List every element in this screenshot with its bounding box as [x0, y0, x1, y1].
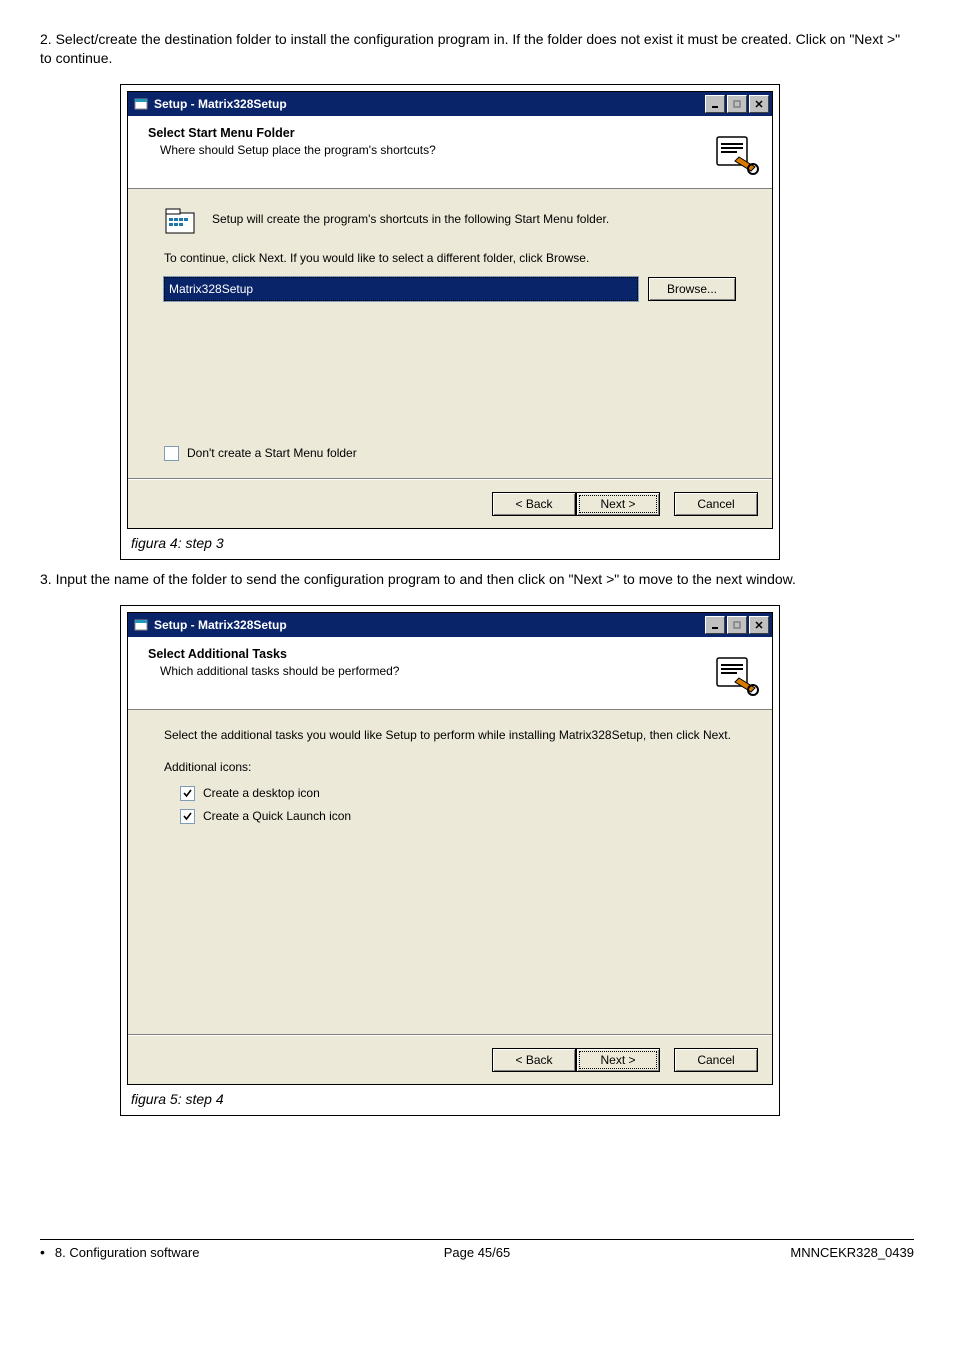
checkbox-checked-icon[interactable] [180, 786, 195, 801]
maximize-button[interactable] [727, 95, 747, 113]
opt-desktop-row[interactable]: Create a desktop icon [180, 786, 736, 801]
checkbox-unchecked-icon[interactable] [164, 446, 179, 461]
window-title: Setup - Matrix328Setup [154, 618, 705, 632]
setup-window-2: Setup - Matrix328Setup Select Additional… [127, 612, 773, 1085]
paragraph-step3: 3. Input the name of the folder to send … [40, 570, 914, 589]
footer-page: Page 45/65 [331, 1245, 622, 1260]
minimize-button[interactable] [705, 95, 725, 113]
browse-button[interactable]: Browse... [648, 277, 736, 301]
opt-quicklaunch-label: Create a Quick Launch icon [203, 809, 351, 823]
intro-text: Setup will create the program's shortcut… [212, 207, 736, 226]
figure-4-caption: figura 4: step 3 [121, 531, 779, 553]
wizard-header: Select Additional Tasks Which additional… [128, 637, 772, 710]
dont-create-label: Don't create a Start Menu folder [187, 446, 357, 460]
dont-create-row[interactable]: Don't create a Start Menu folder [164, 446, 736, 461]
footer-section: 8. Configuration software [55, 1245, 200, 1260]
app-icon [133, 617, 149, 633]
bullet-icon: • [40, 1244, 45, 1260]
header-title: Select Additional Tasks [148, 647, 710, 661]
help-text: To continue, click Next. If you would li… [164, 251, 736, 265]
paragraph-step2: 2. Select/create the destination folder … [40, 30, 914, 68]
startmenu-icon [164, 207, 198, 235]
figure-4-frame: Setup - Matrix328Setup Select Start Menu… [120, 84, 780, 560]
wizard-header: Select Start Menu Folder Where should Se… [128, 116, 772, 189]
setup-window-1: Setup - Matrix328Setup Select Start Menu… [127, 91, 773, 529]
back-button[interactable]: < Back [492, 492, 576, 516]
wizard-icon [710, 647, 760, 697]
checkbox-checked-icon[interactable] [180, 809, 195, 824]
titlebar[interactable]: Setup - Matrix328Setup [128, 613, 772, 637]
opt-desktop-label: Create a desktop icon [203, 786, 320, 800]
header-subtitle: Which additional tasks should be perform… [160, 664, 710, 678]
back-button[interactable]: < Back [492, 1048, 576, 1072]
titlebar[interactable]: Setup - Matrix328Setup [128, 92, 772, 116]
page-footer: • 8. Configuration software Page 45/65 M… [40, 1239, 914, 1260]
next-button[interactable]: Next > [576, 492, 660, 516]
header-subtitle: Where should Setup place the program's s… [160, 143, 710, 157]
wizard-body: Setup will create the program's shortcut… [128, 189, 772, 479]
opt-quicklaunch-row[interactable]: Create a Quick Launch icon [180, 809, 736, 824]
folder-input[interactable] [164, 277, 638, 301]
close-button[interactable] [749, 616, 769, 634]
cancel-button[interactable]: Cancel [674, 1048, 758, 1072]
next-button[interactable]: Next > [576, 1048, 660, 1072]
wizard-icon [710, 126, 760, 176]
wizard-footer: < Back Next > Cancel [128, 1035, 772, 1084]
header-title: Select Start Menu Folder [148, 126, 710, 140]
close-button[interactable] [749, 95, 769, 113]
wizard-footer: < Back Next > Cancel [128, 479, 772, 528]
cancel-button[interactable]: Cancel [674, 492, 758, 516]
figure-5-caption: figura 5: step 4 [121, 1087, 779, 1109]
wizard-body: Select the additional tasks you would li… [128, 710, 772, 1035]
minimize-button[interactable] [705, 616, 725, 634]
section-label: Additional icons: [164, 760, 736, 774]
maximize-button[interactable] [727, 616, 747, 634]
app-icon [133, 96, 149, 112]
figure-5-frame: Setup - Matrix328Setup Select Additional… [120, 605, 780, 1116]
intro-text: Select the additional tasks you would li… [164, 728, 736, 742]
window-title: Setup - Matrix328Setup [154, 97, 705, 111]
footer-doc: MNNCEKR328_0439 [623, 1245, 914, 1260]
